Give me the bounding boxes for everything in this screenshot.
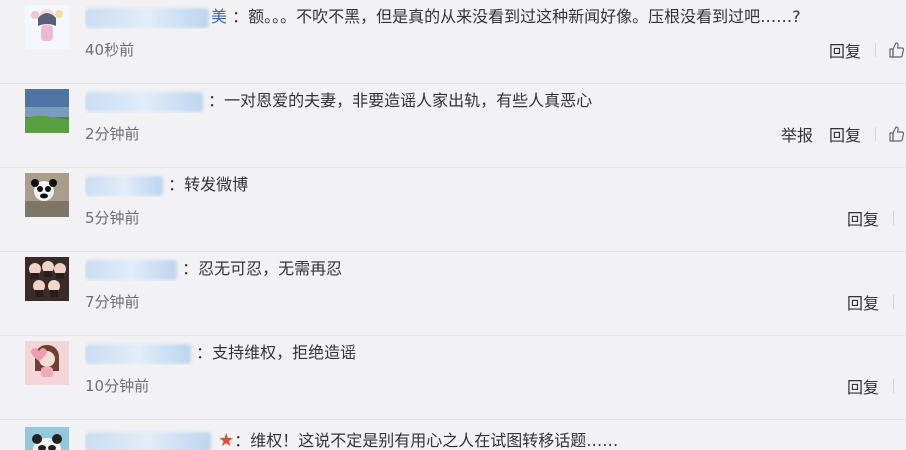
avatar-image xyxy=(25,173,69,217)
star-icon: ★ xyxy=(218,430,235,450)
avatar[interactable] xyxy=(25,89,69,133)
comment-actions: 回复 xyxy=(847,374,906,398)
username[interactable] xyxy=(85,259,182,280)
action-divider xyxy=(875,127,876,141)
avatar[interactable] xyxy=(25,173,69,217)
comment-text: 维权！这说不定是别有用心之人在试图转移话题…… xyxy=(250,431,619,450)
reply-button[interactable]: 回复 xyxy=(847,290,879,314)
reply-button[interactable]: 回复 xyxy=(829,38,861,62)
comment-item: ：一对恩爱的夫妻，非要造谣人家出轨，有些人真恶心 2分钟前 举报 回复 xyxy=(0,84,906,168)
thumbs-up-icon[interactable] xyxy=(888,125,906,143)
thumbs-up-icon[interactable] xyxy=(888,41,906,59)
action-divider xyxy=(893,379,894,393)
username-redaction xyxy=(85,91,203,112)
username[interactable] xyxy=(85,175,168,196)
comment-time: 7分钟前 xyxy=(85,293,140,311)
action-divider xyxy=(893,211,894,225)
comment-actions: 回复 xyxy=(847,290,906,314)
comment-actions: 回复 xyxy=(847,206,906,230)
action-divider xyxy=(875,43,876,57)
comment-content: ：转发微博 xyxy=(85,173,885,197)
avatar-image xyxy=(25,257,69,301)
avatar-image xyxy=(25,427,69,450)
avatar-image xyxy=(25,341,69,385)
comment-time: 10分钟前 xyxy=(85,377,150,395)
username-separator: ： xyxy=(208,91,225,110)
avatar-image xyxy=(25,89,69,133)
comment-item: ：转发微博 5分钟前 回复 xyxy=(0,168,906,252)
comment-content: ：忍无可忍，无需再忍 xyxy=(85,257,885,281)
report-button[interactable]: 举报 xyxy=(781,122,813,146)
comment-content: 美 ：额。。。不吹不黑，但是真的从来没看到过这种新闻好像。压根没看到过吧……? xyxy=(85,5,885,29)
comment-item: ：忍无可忍，无需再忍 7分钟前 回复 xyxy=(0,252,906,336)
comment-content: ★：维权！这说不定是别有用心之人在试图转移话题…… xyxy=(85,429,885,450)
action-divider xyxy=(893,295,894,309)
avatar[interactable] xyxy=(25,5,69,49)
comment-time: 2分钟前 xyxy=(85,125,140,143)
username-redaction xyxy=(85,259,177,280)
reply-button[interactable]: 回复 xyxy=(829,122,861,146)
comment-time: 5分钟前 xyxy=(85,209,140,227)
comment-text: 转发微博 xyxy=(184,175,249,194)
reply-button[interactable]: 回复 xyxy=(847,374,879,398)
comment-content: ：支持维权，拒绝造谣 xyxy=(85,341,885,365)
comment-actions: 举报 回复 xyxy=(781,122,906,146)
username[interactable] xyxy=(85,91,208,112)
username[interactable] xyxy=(85,431,216,450)
username[interactable]: 美 xyxy=(85,7,232,28)
comment-text: 支持维权，拒绝造谣 xyxy=(212,343,357,362)
avatar[interactable] xyxy=(25,427,69,450)
comment-item: ：支持维权，拒绝造谣 10分钟前 回复 xyxy=(0,336,906,420)
comment-item: ★：维权！这说不定是别有用心之人在试图转移话题…… xyxy=(0,420,906,450)
username-separator: ： xyxy=(168,175,185,194)
username-separator: ： xyxy=(232,7,249,26)
comment-list: 美 ：额。。。不吹不黑，但是真的从来没看到过这种新闻好像。压根没看到过吧……? … xyxy=(0,0,906,450)
comment-time: 40秒前 xyxy=(85,41,135,59)
avatar[interactable] xyxy=(25,341,69,385)
avatar-image xyxy=(25,5,69,49)
comment-actions: 回复 xyxy=(829,38,906,62)
username-redaction xyxy=(85,431,211,450)
comment-text: 一对恩爱的夫妻，非要造谣人家出轨，有些人真恶心 xyxy=(224,91,593,110)
username-separator: ： xyxy=(196,343,213,362)
username-redaction xyxy=(85,175,163,196)
username[interactable] xyxy=(85,343,196,364)
reply-button[interactable]: 回复 xyxy=(847,206,879,230)
comment-text: 忍无可忍，无需再忍 xyxy=(198,259,343,278)
comment-text: 额。。。不吹不黑，但是真的从来没看到过这种新闻好像。压根没看到过吧……? xyxy=(248,7,801,26)
comment-item: 美 ：额。。。不吹不黑，但是真的从来没看到过这种新闻好像。压根没看到过吧……? … xyxy=(0,0,906,84)
username-separator: ： xyxy=(182,259,199,278)
username-redaction xyxy=(85,7,209,28)
username-separator: ： xyxy=(234,431,251,450)
comment-content: ：一对恩爱的夫妻，非要造谣人家出轨，有些人真恶心 xyxy=(85,89,885,113)
avatar[interactable] xyxy=(25,257,69,301)
username-redaction xyxy=(85,343,191,364)
